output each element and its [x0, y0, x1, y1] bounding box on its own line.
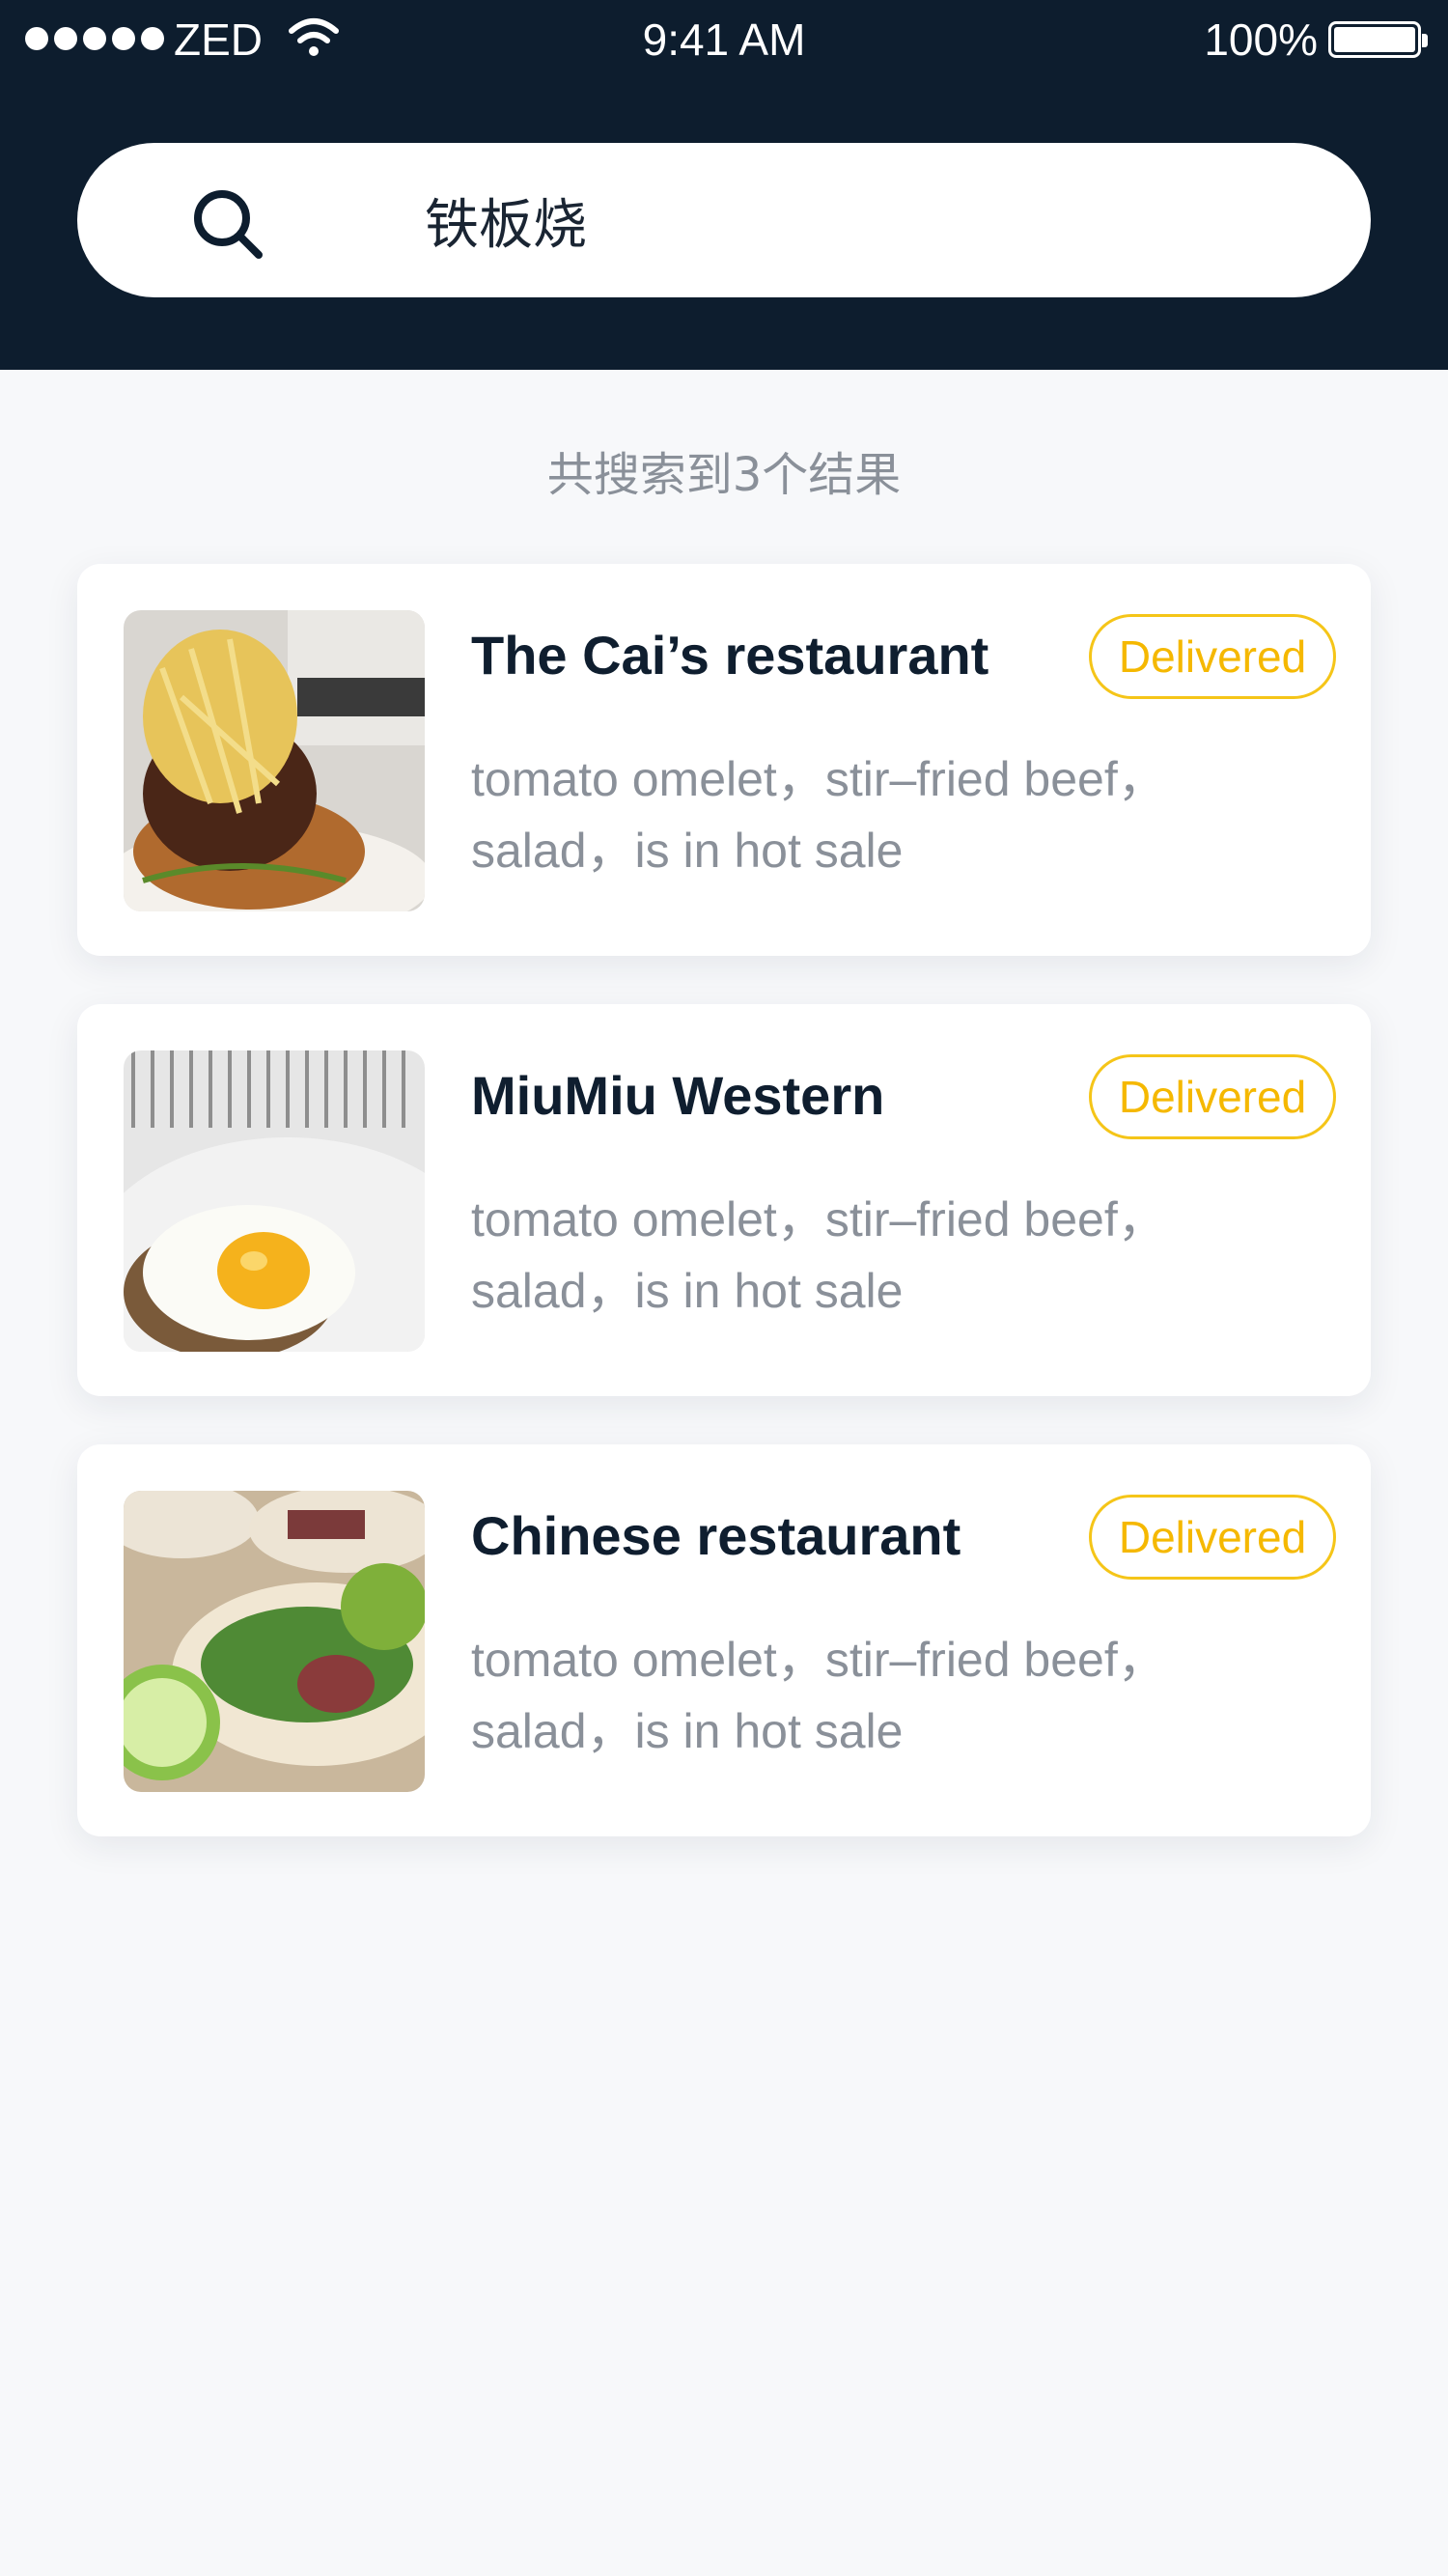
- restaurant-description: tomato omelet，stir–fried beef，salad，is i…: [471, 1192, 1166, 1318]
- restaurant-card[interactable]: Chinese restaurant Delivered tomato omel…: [77, 1444, 1371, 1836]
- restaurant-description: tomato omelet，stir–fried beef，salad，is i…: [471, 1633, 1166, 1758]
- restaurant-card[interactable]: The Cai’s restaurant Delivered tomato om…: [77, 564, 1371, 956]
- header: ZED 9:41 AM 100%: [0, 0, 1448, 370]
- restaurant-card[interactable]: MiuMiu Western Delivered tomato omelet，s…: [77, 1004, 1371, 1396]
- search-bar[interactable]: [77, 143, 1371, 297]
- search-input[interactable]: [425, 182, 1294, 259]
- delivered-badge: Delivered: [1089, 1495, 1336, 1580]
- restaurant-description: tomato omelet，stir–fried beef，salad，is i…: [471, 752, 1166, 878]
- restaurant-photo: [124, 1050, 425, 1352]
- restaurant-photo: [124, 610, 425, 911]
- battery-percentage: 100%: [1204, 14, 1318, 65]
- restaurant-name[interactable]: Chinese restaurant: [471, 1504, 961, 1567]
- delivered-badge: Delivered: [1089, 1054, 1336, 1139]
- restaurant-name[interactable]: MiuMiu Western: [471, 1064, 884, 1127]
- status-bar: ZED 9:41 AM 100%: [0, 0, 1448, 79]
- search-icon[interactable]: [191, 187, 265, 261]
- battery-icon: [1328, 21, 1428, 58]
- delivered-badge: Delivered: [1089, 614, 1336, 699]
- restaurant-photo: [124, 1491, 425, 1792]
- restaurant-name[interactable]: The Cai’s restaurant: [471, 624, 989, 686]
- result-count: 共搜索到3个结果: [546, 448, 902, 502]
